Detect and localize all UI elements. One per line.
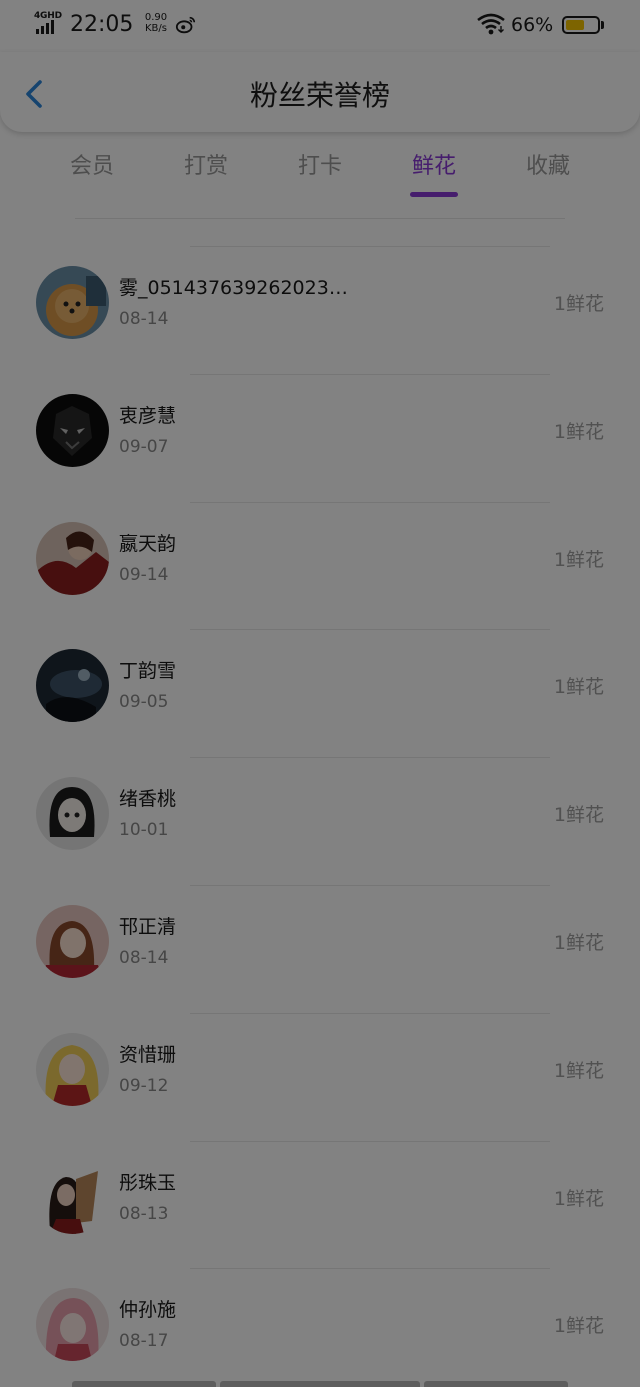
battery-percentage: 66%: [511, 14, 554, 36]
fan-date: 09-14: [119, 564, 169, 585]
flower-count: 1鲜花: [553, 1315, 604, 1338]
flower-count: 1鲜花: [553, 1059, 604, 1082]
weibo-icon: [175, 16, 196, 34]
category-tabs: 会员 打赏 打卡 鲜花 收藏: [0, 140, 640, 202]
flower-count: 1鲜花: [553, 548, 604, 571]
battery-tip: [601, 21, 604, 29]
fan-date: 08-14: [119, 309, 169, 329]
fan-list-item[interactable]: 绪香桃 10-01 1鲜花: [36, 757, 604, 885]
fan-list-item[interactable]: 雾_051437639262023… 08-14 1鲜花: [36, 246, 604, 374]
network-type-label: 4GHD: [34, 11, 62, 21]
flower-count: 1鲜花: [553, 676, 604, 699]
tab-flowers[interactable]: 鲜花: [384, 150, 484, 184]
battery-icon: [562, 16, 600, 34]
fan-date: 09-12: [119, 1075, 169, 1096]
blonde-anime-avatar[interactable]: [36, 1032, 109, 1106]
pomeranian-dog-avatar[interactable]: [36, 266, 109, 339]
fan-name: 仲孙施: [119, 1299, 177, 1322]
fan-list-item[interactable]: 资惜珊 09-12 1鲜花: [36, 1012, 604, 1141]
fan-list-item[interactable]: 彤珠玉 08-13 1鲜花: [36, 1140, 604, 1269]
red-hood-anime-avatar[interactable]: [36, 1288, 109, 1362]
active-tab-indicator: [410, 192, 458, 197]
girl-with-fox-avatar[interactable]: [36, 1160, 109, 1234]
tab-checkin[interactable]: 打卡: [270, 150, 370, 184]
tabs-divider: [75, 218, 565, 219]
tab-membership[interactable]: 会员: [42, 150, 142, 184]
fan-date: 09-05: [119, 692, 169, 713]
fan-list-item[interactable]: 衷彦慧 09-07 1鲜花: [36, 373, 604, 502]
status-time: 22:05: [70, 12, 134, 37]
network-speed-unit: KB/s: [145, 23, 167, 34]
anime-girl-red-avatar[interactable]: [36, 904, 109, 978]
dark-scene-avatar[interactable]: [36, 649, 109, 723]
fan-date: 08-13: [119, 1203, 169, 1224]
fan-list-item[interactable]: 仲孙施 08-17 1鲜花: [36, 1268, 604, 1387]
fan-date: 08-17: [119, 1331, 169, 1352]
fan-list-item[interactable]: 嬴天韵 09-14 1鲜花: [36, 501, 604, 630]
fan-list-item[interactable]: 邗正清 08-14 1鲜花: [36, 884, 604, 1013]
bottom-edge-segment: [424, 1381, 568, 1387]
fan-name: 资惜珊: [119, 1043, 177, 1066]
wifi-icon: [477, 13, 505, 35]
bottom-edge-segment: [220, 1381, 420, 1387]
app-header: 粉丝荣誉榜: [0, 52, 640, 132]
dark-armor-avatar[interactable]: [36, 393, 109, 467]
tab-reward[interactable]: 打赏: [156, 150, 256, 184]
fan-name: 邗正清: [119, 915, 177, 938]
fan-honor-page: 4GHD 22:05 0.90 KB/s 66% 粉丝荣誉榜 会员 打赏 打卡 …: [0, 0, 640, 1387]
flower-count: 1鲜花: [553, 293, 604, 315]
bottom-edge-segment: [72, 1381, 216, 1387]
fan-date: 09-07: [119, 436, 169, 457]
cellular-signal-icon: 4GHD: [34, 11, 64, 36]
page-title: 粉丝荣誉榜: [249, 79, 390, 112]
tab-favorites[interactable]: 收藏: [498, 150, 598, 184]
fan-name: 丁韵雪: [119, 660, 177, 683]
flower-count: 1鲜花: [553, 804, 604, 827]
fan-name: 绪香桃: [119, 788, 177, 811]
fan-name: 雾_051437639262023…: [119, 277, 348, 299]
flower-count: 1鲜花: [553, 1187, 604, 1210]
network-speed: 0.90 KB/s: [142, 12, 170, 34]
fan-name: 彤珠玉: [119, 1171, 177, 1194]
fan-name: 嬴天韵: [119, 532, 177, 555]
flower-count: 1鲜花: [553, 420, 604, 443]
battery-level-fill: [566, 20, 585, 30]
fan-name: 衷彦慧: [119, 404, 177, 427]
bottom-edge-bar: [0, 1381, 640, 1387]
flower-count: 1鲜花: [553, 931, 604, 954]
status-bar: 4GHD 22:05 0.90 KB/s 66%: [0, 0, 640, 52]
fan-list: 雾_051437639262023… 08-14 1鲜花 衷彦慧 09-07 1鲜花 嬴天韵…: [0, 246, 640, 1387]
fan-date: 10-01: [119, 820, 169, 841]
anime-girl-sketch-avatar[interactable]: [36, 777, 109, 851]
fan-list-item[interactable]: 丁韵雪 09-05 1鲜花: [36, 629, 604, 757]
fan-date: 08-14: [119, 947, 169, 968]
anime-warrior-avatar[interactable]: [36, 521, 109, 595]
network-speed-value: 0.90: [144, 12, 168, 23]
